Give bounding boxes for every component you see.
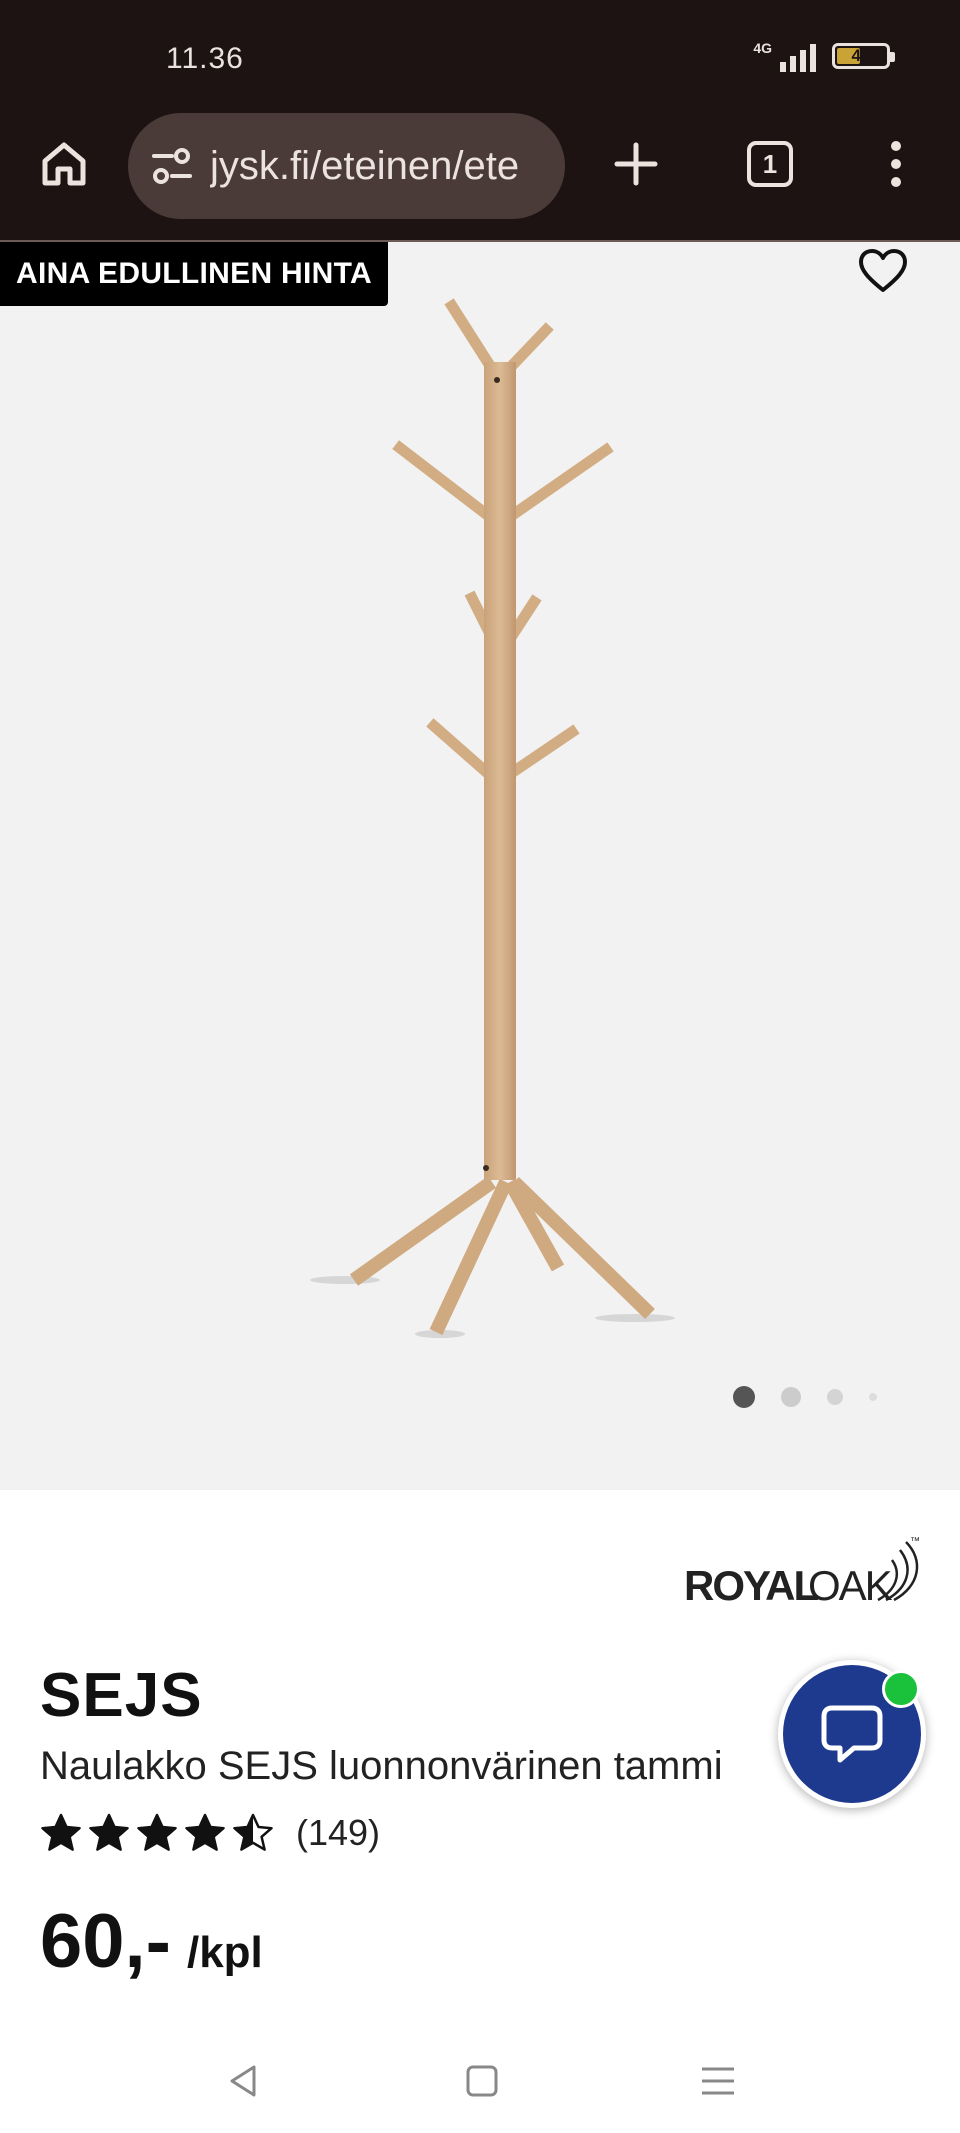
product-price: 60,- /kpl: [40, 1898, 263, 1985]
battery-level: 47: [851, 46, 871, 65]
gallery-dot[interactable]: [781, 1387, 801, 1407]
favorite-button[interactable]: [854, 242, 912, 300]
back-icon: [230, 2065, 256, 2097]
signal-icon: 4G: [753, 40, 816, 72]
online-indicator: [882, 1670, 920, 1708]
chat-button[interactable]: [778, 1660, 926, 1808]
svg-text:™: ™: [910, 1536, 920, 1547]
url-text: jysk.fi/eteinen/ete: [210, 143, 520, 188]
network-label: 4G: [753, 40, 772, 56]
new-tab-button[interactable]: [604, 132, 668, 196]
price-badge: AINA EDULLINEN HINTA: [0, 242, 388, 306]
home-button[interactable]: [32, 132, 96, 196]
price-unit: /kpl: [186, 1928, 263, 1977]
product-gallery[interactable]: AINA EDULLINEN HINTA: [0, 242, 960, 1490]
status-icons: 4G 47: [753, 40, 895, 72]
svg-text:ROYAL: ROYAL: [684, 1562, 818, 1609]
price-value: 60,-: [40, 1899, 171, 1984]
star-icon: [41, 1813, 81, 1851]
star-icon: [185, 1813, 225, 1851]
home-icon: [42, 142, 86, 186]
system-navbar: [0, 2030, 960, 2133]
back-button[interactable]: [214, 2056, 274, 2106]
product-title: SEJS: [40, 1661, 203, 1730]
tune-icon[interactable]: [148, 142, 196, 190]
product-image[interactable]: [0, 242, 960, 1490]
tab-count: 1: [747, 141, 793, 187]
tab-switcher-button[interactable]: 1: [738, 132, 802, 196]
plus-icon: [614, 142, 658, 186]
browser-chrome: 11.36 4G 47 jysk.fi/eteinen/ete 1: [0, 0, 960, 242]
recents-icon: [702, 2067, 734, 2095]
battery-icon: 47: [832, 43, 895, 69]
product-description: Naulakko SEJS luonnonvärinen tammi: [40, 1744, 723, 1788]
svg-text:OAK: OAK: [808, 1562, 893, 1609]
chat-bubble-icon: [821, 1705, 883, 1763]
brand-logo: ROYAL OAK ™: [682, 1530, 922, 1615]
review-count[interactable]: (149): [296, 1812, 380, 1854]
home-square-icon: [466, 2065, 498, 2097]
heart-outline-icon: [859, 249, 907, 292]
recents-button[interactable]: [688, 2056, 748, 2106]
rating[interactable]: (149): [40, 1812, 380, 1854]
home-nav-button[interactable]: [452, 2056, 512, 2106]
gallery-dot[interactable]: [869, 1393, 877, 1401]
more-vert-icon[interactable]: [864, 132, 928, 196]
star-icon: [233, 1813, 273, 1851]
browser-toolbar: jysk.fi/eteinen/ete 1: [0, 112, 960, 222]
status-time: 11.36: [166, 42, 244, 75]
gallery-dot[interactable]: [827, 1389, 843, 1405]
gallery-dot[interactable]: [733, 1386, 755, 1408]
star-icon: [137, 1813, 177, 1851]
rating-stars: [40, 1812, 274, 1854]
gallery-pagination[interactable]: [733, 1386, 877, 1408]
address-bar[interactable]: jysk.fi/eteinen/ete: [128, 113, 565, 219]
star-icon: [89, 1813, 129, 1851]
